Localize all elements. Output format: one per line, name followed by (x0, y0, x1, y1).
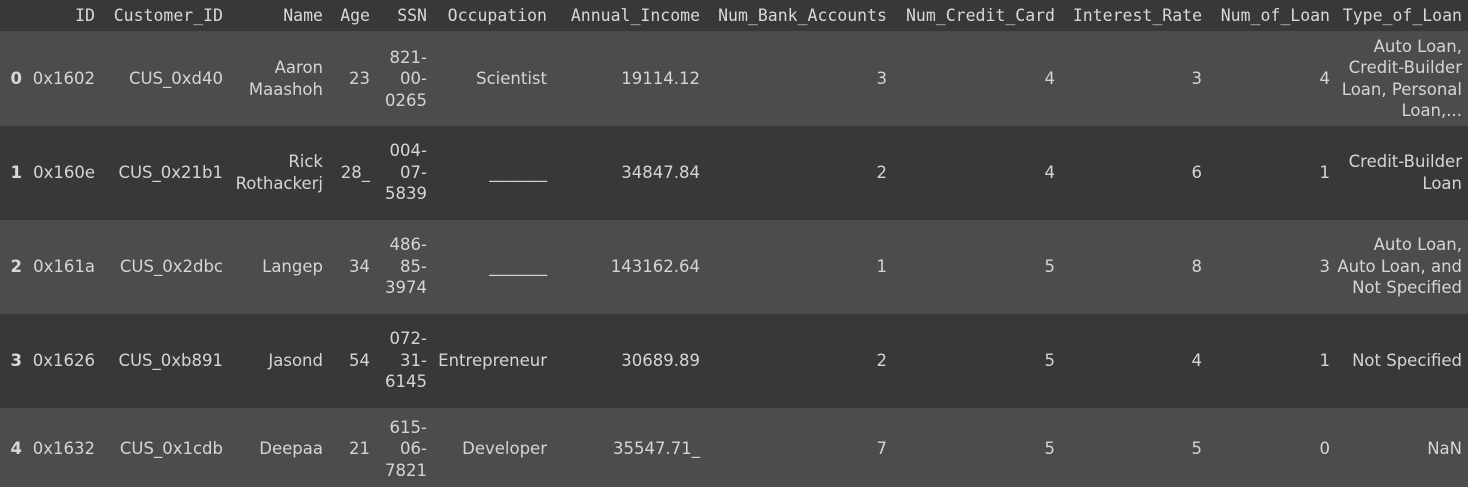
cell-name: Aaron Maashoh (229, 31, 329, 126)
cell-interest-rate: 5 (1061, 407, 1208, 487)
cell-ssn: 821-00-0265 (376, 31, 433, 126)
table-row: 3 0x1626 CUS_0xb891 Jasond 54 072-31-614… (0, 313, 1468, 408)
row-index: 2 (0, 219, 28, 314)
cell-type-of-loan: Auto Loan, Auto Loan, and Not Specified (1336, 219, 1468, 314)
cell-num-credit-card: 5 (893, 313, 1061, 408)
column-header-age: Age (329, 0, 376, 32)
column-header-num-credit-card: Num_Credit_Card (893, 0, 1061, 32)
index-header (0, 0, 28, 32)
cell-num-bank-accounts: 7 (706, 407, 893, 487)
cell-name: Jasond (229, 313, 329, 408)
cell-type-of-loan: Not Specified (1336, 313, 1468, 408)
column-header-id: ID (28, 0, 101, 32)
cell-occupation: Scientist (433, 31, 553, 126)
column-header-interest-rate: Interest_Rate (1061, 0, 1208, 32)
row-index: 0 (0, 31, 28, 126)
cell-occupation: _______ (433, 125, 553, 220)
cell-age: 28_ (329, 125, 376, 220)
cell-customer-id: CUS_0xd40 (101, 31, 229, 126)
cell-annual-income: 35547.71_ (553, 407, 706, 487)
cell-ssn: 615-06-7821 (376, 407, 433, 487)
cell-num-of-loan: 1 (1208, 125, 1336, 220)
header-row: ID Customer_ID Name Age SSN Occupation A… (0, 0, 1468, 32)
cell-num-credit-card: 4 (893, 125, 1061, 220)
table-row: 4 0x1632 CUS_0x1cdb Deepaa 21 615-06-782… (0, 407, 1468, 487)
cell-customer-id: CUS_0xb891 (101, 313, 229, 408)
cell-age: 34 (329, 219, 376, 314)
cell-num-bank-accounts: 3 (706, 31, 893, 126)
cell-age: 23 (329, 31, 376, 126)
cell-occupation: Entrepreneur (433, 313, 553, 408)
cell-id: 0x160e (28, 125, 101, 220)
table-row: 1 0x160e CUS_0x21b1 Rick Rothackerj 28_ … (0, 125, 1468, 220)
cell-id: 0x161a (28, 219, 101, 314)
cell-num-of-loan: 3 (1208, 219, 1336, 314)
cell-id: 0x1602 (28, 31, 101, 126)
cell-num-credit-card: 5 (893, 407, 1061, 487)
cell-num-credit-card: 5 (893, 219, 1061, 314)
cell-interest-rate: 3 (1061, 31, 1208, 126)
cell-annual-income: 19114.12 (553, 31, 706, 126)
column-header-customer-id: Customer_ID (101, 0, 229, 32)
column-header-num-bank-accounts: Num_Bank_Accounts (706, 0, 893, 32)
cell-annual-income: 34847.84 (553, 125, 706, 220)
cell-num-bank-accounts: 2 (706, 125, 893, 220)
cell-annual-income: 143162.64 (553, 219, 706, 314)
cell-type-of-loan: NaN (1336, 407, 1468, 487)
cell-num-of-loan: 1 (1208, 313, 1336, 408)
cell-num-credit-card: 4 (893, 31, 1061, 126)
row-index: 3 (0, 313, 28, 408)
cell-customer-id: CUS_0x2dbc (101, 219, 229, 314)
column-header-ssn: SSN (376, 0, 433, 32)
cell-interest-rate: 4 (1061, 313, 1208, 408)
cell-occupation: _______ (433, 219, 553, 314)
cell-num-bank-accounts: 2 (706, 313, 893, 408)
cell-occupation: Developer (433, 407, 553, 487)
row-index: 1 (0, 125, 28, 220)
cell-type-of-loan: Auto Loan, Credit-Builder Loan, Personal… (1336, 31, 1468, 126)
dataframe-table: ID Customer_ID Name Age SSN Occupation A… (0, 0, 1468, 487)
cell-ssn: 486-85-3974 (376, 219, 433, 314)
cell-interest-rate: 6 (1061, 125, 1208, 220)
cell-name: Rick Rothackerj (229, 125, 329, 220)
cell-num-of-loan: 4 (1208, 31, 1336, 126)
table-row: 0 0x1602 CUS_0xd40 Aaron Maashoh 23 821-… (0, 31, 1468, 126)
cell-id: 0x1626 (28, 313, 101, 408)
column-header-annual-income: Annual_Income (553, 0, 706, 32)
cell-num-of-loan: 0 (1208, 407, 1336, 487)
cell-num-bank-accounts: 1 (706, 219, 893, 314)
row-index: 4 (0, 407, 28, 487)
cell-customer-id: CUS_0x1cdb (101, 407, 229, 487)
cell-ssn: 004-07-5839 (376, 125, 433, 220)
cell-name: Langep (229, 219, 329, 314)
column-header-num-of-loan: Num_of_Loan (1208, 0, 1336, 32)
cell-name: Deepaa (229, 407, 329, 487)
cell-annual-income: 30689.89 (553, 313, 706, 408)
cell-type-of-loan: Credit-Builder Loan (1336, 125, 1468, 220)
table-row: 2 0x161a CUS_0x2dbc Langep 34 486-85-397… (0, 219, 1468, 314)
cell-age: 21 (329, 407, 376, 487)
cell-id: 0x1632 (28, 407, 101, 487)
cell-age: 54 (329, 313, 376, 408)
column-header-name: Name (229, 0, 329, 32)
column-header-type-of-loan: Type_of_Loan (1336, 0, 1468, 32)
column-header-occupation: Occupation (433, 0, 553, 32)
cell-interest-rate: 8 (1061, 219, 1208, 314)
cell-customer-id: CUS_0x21b1 (101, 125, 229, 220)
cell-ssn: 072-31-6145 (376, 313, 433, 408)
